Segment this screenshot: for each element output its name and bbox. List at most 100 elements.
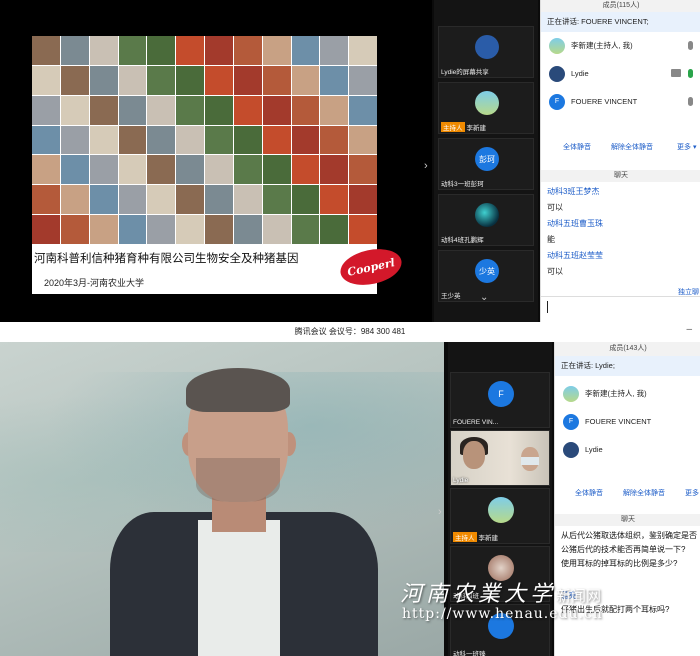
mosaic-photo — [118, 36, 147, 65]
avatar — [563, 442, 579, 458]
mosaic-photo — [147, 36, 176, 65]
mosaic-photo — [262, 155, 291, 185]
mic-icon[interactable] — [688, 97, 693, 106]
collapse-arrow-icon[interactable]: › — [438, 506, 442, 518]
mosaic-photo — [205, 36, 233, 65]
member-row[interactable]: F FOUERE VINCENT — [549, 92, 699, 112]
mosaic-photo — [349, 215, 377, 244]
unmute-all-button[interactable]: 解除全体静音 — [623, 486, 665, 502]
meeting-title-bar: 腾讯会议 会议号：984 300 481 – — [0, 322, 700, 342]
member-actions: 全体静音 解除全体静音 更多 — [559, 486, 700, 502]
video-tile[interactable]: F FOUERE VIN... — [450, 372, 550, 428]
watermark-suffix: 新闻网 — [556, 587, 602, 605]
speaker-shirt — [198, 520, 280, 656]
mosaic-photo — [60, 36, 89, 65]
video-caption: Lydie — [453, 477, 469, 484]
mic-icon[interactable] — [688, 69, 693, 78]
minimize-icon[interactable]: – — [686, 320, 692, 340]
mosaic-photo — [233, 65, 262, 95]
more-button[interactable]: 更多 — [685, 486, 699, 502]
video-caption: 动科3一班彭珂 — [441, 181, 484, 188]
mosaic-photo — [205, 95, 233, 125]
mosaic-photo — [320, 65, 349, 95]
mosaic-photo — [89, 155, 118, 185]
chat-input[interactable]: 独立聊 — [541, 289, 700, 322]
mosaic-photo — [60, 95, 89, 125]
mosaic-photo — [320, 155, 349, 185]
chat-message: 使用耳标的掉耳标的比例是多少? — [561, 559, 678, 568]
member-name: Lydie — [585, 445, 603, 454]
member-row[interactable]: F FOUERE VINCENT — [563, 412, 699, 432]
text-caret — [547, 301, 548, 313]
mosaic-photo — [60, 215, 89, 244]
mosaic-photo — [176, 36, 204, 65]
video-caption: 王少英 — [441, 293, 461, 300]
cooperl-logo: Cooperl — [337, 243, 405, 291]
mosaic-photo — [32, 95, 60, 125]
chat-sender: 动科五班赵莹莹 — [547, 251, 603, 260]
mosaic-photo — [118, 215, 147, 244]
mosaic-photo — [233, 125, 262, 155]
video-tile[interactable]: 主持人 李新建 — [450, 488, 550, 544]
more-button[interactable]: 更多 ▾ — [677, 140, 696, 156]
mosaic-photo — [147, 95, 176, 125]
mosaic-photo — [176, 185, 204, 215]
mosaic-photo — [118, 125, 147, 155]
photo-mosaic — [32, 36, 377, 244]
video-caption: 动科一班臻 — [453, 651, 486, 656]
avatar: 彭珂 — [475, 147, 499, 171]
video-caption: 动科4班孔鹏辉 — [441, 237, 484, 244]
mosaic-photo — [233, 215, 262, 244]
avatar — [475, 91, 499, 115]
meeting-title: 腾讯会议 会议号：984 300 481 — [294, 327, 406, 336]
shared-screen-area: 河南科普利信种猪育种有限公司生物安全及种猪基因 2020年3月-河南农业大学 C… — [0, 0, 432, 322]
mosaic-photo — [147, 155, 176, 185]
avatar: F — [488, 381, 514, 407]
video-tile[interactable]: Lydie — [450, 430, 550, 486]
video-tile[interactable]: 主持人 李新建 — [438, 82, 534, 134]
mosaic-photo — [89, 95, 118, 125]
mosaic-photo — [262, 95, 291, 125]
unmute-all-button[interactable]: 解除全体静音 — [611, 140, 653, 156]
mosaic-photo — [320, 95, 349, 125]
mosaic-photo — [349, 185, 377, 215]
mosaic-photo — [89, 185, 118, 215]
mute-all-button[interactable]: 全体静音 — [563, 140, 591, 156]
mosaic-photo — [291, 155, 320, 185]
host-badge: 主持人 — [453, 532, 477, 542]
mosaic-photo — [89, 36, 118, 65]
mosaic-photo — [32, 36, 60, 65]
chevron-down-icon[interactable]: ⌄ — [480, 292, 488, 303]
henau-watermark-title: 河南农業大学新闻网 — [400, 582, 602, 607]
member-row[interactable]: Lydie — [563, 440, 699, 460]
video-caption: 主持人 李新建 — [441, 122, 486, 132]
video-tile[interactable]: Lydie的屏幕共享 — [438, 26, 534, 78]
mosaic-photo — [147, 215, 176, 244]
pop-out-chat-button[interactable]: 独立聊 — [678, 287, 699, 297]
mosaic-photo — [291, 215, 320, 244]
mosaic-photo — [262, 36, 291, 65]
mosaic-photo — [262, 215, 291, 244]
member-row[interactable]: 李新建(主持人, 我) — [549, 36, 699, 56]
chat-message: 从后代公猪取选体组织，鉴别确定是否 — [561, 531, 697, 540]
mosaic-photo — [60, 155, 89, 185]
mute-all-button[interactable]: 全体静音 — [575, 486, 603, 502]
mic-icon[interactable] — [688, 41, 693, 50]
video-tile[interactable]: 动科4班孔鹏辉 — [438, 194, 534, 246]
top-meeting-screenshot: 河南科普利信种猪育种有限公司生物安全及种猪基因 2020年3月-河南农业大学 C… — [0, 0, 700, 322]
member-row[interactable]: Lydie — [549, 64, 699, 84]
member-row[interactable]: 李新建(主持人, 我) — [563, 384, 699, 404]
mosaic-photo — [205, 65, 233, 95]
mosaic-photo — [291, 65, 320, 95]
video-caption: 主持人 李新建 — [453, 532, 498, 542]
speaking-indicator: 正在讲话: Lydie; — [555, 356, 700, 376]
collapse-arrow-icon[interactable]: › — [424, 160, 434, 172]
video-tile[interactable]: 彭珂 动科3一班彭珂 — [438, 138, 534, 190]
mosaic-photo — [32, 155, 60, 185]
participant-mask — [521, 457, 539, 465]
avatar — [488, 497, 514, 523]
mosaic-photo — [320, 185, 349, 215]
participant-face — [463, 441, 485, 469]
mosaic-photo — [118, 65, 147, 95]
member-actions: 全体静音 解除全体静音 更多 ▾ — [545, 140, 700, 156]
